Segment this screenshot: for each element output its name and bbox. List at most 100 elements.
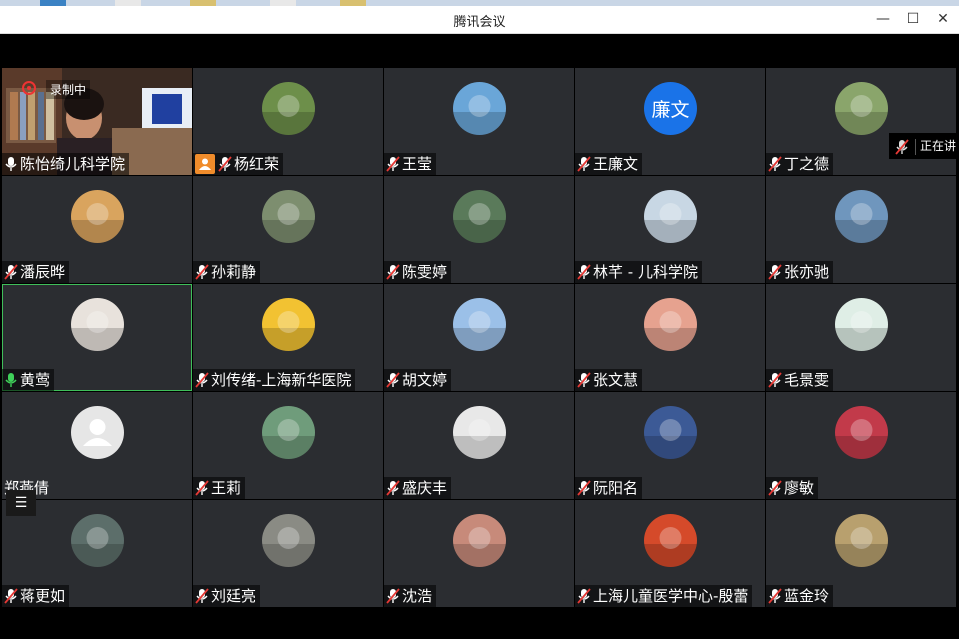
participant-tile[interactable]: 潘辰晔: [2, 176, 192, 283]
participant-tile[interactable]: 黄莺: [2, 284, 192, 391]
muted-mic-icon: [386, 480, 400, 496]
pine-tree-photo: [262, 190, 315, 243]
active-mic-icon: [5, 373, 17, 387]
participant-tile[interactable]: 杨红荣: [193, 68, 383, 175]
muted-mic-icon: [4, 264, 18, 280]
participant-name: 张亦驰: [784, 263, 830, 281]
muted-mic-icon: [195, 372, 209, 388]
participant-tile[interactable]: 刘传绪-上海新华医院: [193, 284, 383, 391]
muted-mic-icon: [386, 156, 400, 172]
participant-tile[interactable]: 廖敏: [766, 392, 956, 499]
muted-mic-icon: [386, 264, 400, 280]
muted-mic-icon: [768, 372, 782, 388]
pikachu-photo: [835, 406, 888, 459]
participant-name: 上海儿童医学中心-殷蕾: [593, 587, 749, 605]
participant-tile[interactable]: 刘廷亮: [193, 500, 383, 607]
muted-mic-icon: [768, 480, 782, 496]
participant-name: 黄莺: [20, 371, 51, 389]
participant-name-bar: 阮阳名: [575, 477, 643, 499]
bottom-toolbar-area: [0, 608, 959, 639]
sky-clouds-photo: [835, 190, 888, 243]
participant-tile[interactable]: 蓝金玲: [766, 500, 956, 607]
muted-mic-icon: [195, 588, 209, 604]
city-skyline-photo: [453, 82, 506, 135]
participant-name-bar: 上海儿童医学中心-殷蕾: [575, 585, 753, 607]
woman-garden-photo: [262, 406, 315, 459]
participant-name: 阮阳名: [593, 479, 639, 497]
participant-name-bar: 毛景雯: [766, 369, 834, 391]
participant-tile[interactable]: 盛庆丰: [384, 392, 574, 499]
list-menu-button[interactable]: ☰: [6, 490, 36, 516]
participant-name-bar: 刘廷亮: [193, 585, 261, 607]
muted-mic-icon: [577, 156, 591, 172]
participant-name: 盛庆丰: [402, 479, 448, 497]
participant-tile[interactable]: 王莉: [193, 392, 383, 499]
participant-name-bar: 陈怡绮儿科学院: [2, 153, 130, 175]
red-berries-photo: [644, 190, 697, 243]
participant-name-bar: 王莉: [193, 477, 246, 499]
initials-avatar: 廉文: [644, 82, 697, 135]
stonehenge-photo: [835, 82, 888, 135]
participant-grid: 录制中 陈怡绮儿科学院 杨红荣 王莹 廉文 王廉文 丁之德 潘辰晔 孙莉静 陈雯婷 林芊 - 儿科学…: [2, 68, 957, 608]
participant-name: 林芊 - 儿科学院: [593, 263, 698, 281]
muted-mic-icon: [195, 264, 209, 280]
participant-name-bar: 沈浩: [384, 585, 437, 607]
participant-tile[interactable]: 毛景雯: [766, 284, 956, 391]
participant-tile[interactable]: 林芊 - 儿科学院: [575, 176, 765, 283]
close-button[interactable]: ✕: [930, 8, 956, 30]
participant-name-bar: 黄莺: [2, 369, 55, 391]
participant-name: 潘辰晔: [20, 263, 66, 281]
recording-label: 录制中: [46, 80, 91, 99]
muted-mic-icon: [768, 156, 782, 172]
participant-name: 胡文婷: [402, 371, 448, 389]
participant-tile[interactable]: 蒋更如: [2, 500, 192, 607]
muted-mic-icon: [768, 588, 782, 604]
participant-name: 刘廷亮: [211, 587, 257, 605]
participant-name: 陈雯婷: [402, 263, 448, 281]
maximize-button[interactable]: ☐: [900, 8, 926, 30]
participant-tile[interactable]: 录制中陈怡绮儿科学院: [2, 68, 192, 175]
participant-name: 廖敏: [784, 479, 815, 497]
participant-tile[interactable]: 胡文婷: [384, 284, 574, 391]
participant-tile[interactable]: 阮阳名: [575, 392, 765, 499]
muted-mic-icon: [386, 372, 400, 388]
minimize-button[interactable]: —: [870, 8, 896, 30]
participant-name-bar: 刘传绪-上海新华医院: [193, 369, 356, 391]
user-icon: [195, 154, 215, 174]
participant-name: 陈怡绮儿科学院: [20, 155, 126, 173]
participant-tile[interactable]: 上海儿童医学中心-殷蕾: [575, 500, 765, 607]
red-tree-photo: [644, 514, 697, 567]
participant-tile[interactable]: 沈浩: [384, 500, 574, 607]
participant-tile[interactable]: 孙莉静: [193, 176, 383, 283]
participant-tile[interactable]: 张文慧: [575, 284, 765, 391]
river-landscape-photo: [71, 514, 124, 567]
participant-name: 孙莉静: [211, 263, 257, 281]
muted-mic-icon: [218, 156, 232, 172]
participant-name-bar: 王廉文: [575, 153, 643, 175]
participant-tile[interactable]: 廉文 王廉文: [575, 68, 765, 175]
participant-tile[interactable]: 郑燕倩: [2, 392, 192, 499]
puppy-photo: [835, 514, 888, 567]
participant-tile[interactable]: 王莹: [384, 68, 574, 175]
character-photo: [453, 190, 506, 243]
participant-name-bar: 孙莉静: [193, 261, 261, 283]
blossom-tree-photo: [453, 298, 506, 351]
participant-name-bar: 张亦驰: [766, 261, 834, 283]
participant-name-bar: 陈雯婷: [384, 261, 452, 283]
participant-name-bar: 丁之德: [766, 153, 834, 175]
participant-tile[interactable]: 张亦驰: [766, 176, 956, 283]
dolphin-photo: [453, 514, 506, 567]
participant-name: 毛景雯: [784, 371, 830, 389]
cat-photo: [71, 190, 124, 243]
participant-name-bar: 廖敏: [766, 477, 819, 499]
muted-mic-icon: [577, 480, 591, 496]
participant-name: 杨红荣: [234, 155, 280, 173]
participant-name-bar: 胡文婷: [384, 369, 452, 391]
statue-photo: [262, 514, 315, 567]
participant-name: 蓝金玲: [784, 587, 830, 605]
window-titlebar: 腾讯会议 — ☐ ✕: [0, 6, 959, 34]
muted-mic-icon: [386, 588, 400, 604]
participant-name: 刘传绪-上海新华医院: [211, 371, 352, 389]
participant-tile[interactable]: 陈雯婷: [384, 176, 574, 283]
participant-name-bar: 潘辰晔: [2, 261, 70, 283]
